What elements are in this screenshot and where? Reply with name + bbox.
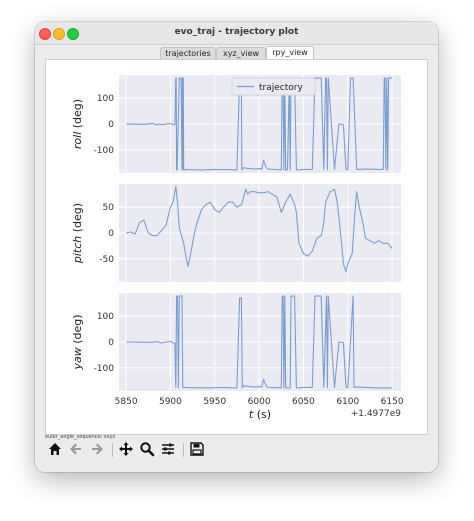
x-tick-label: 6000 [248, 397, 271, 407]
y-tick-label: 0 [108, 120, 114, 130]
tab-trajectories[interactable]: trajectories [160, 47, 216, 59]
pan-icon[interactable] [117, 440, 135, 458]
configure-subplots-icon[interactable] [159, 440, 177, 458]
x-tick-label: 6100 [336, 397, 359, 407]
y-tick-label: 0 [108, 229, 114, 239]
y-axis-label: pitch (deg) [71, 203, 84, 264]
x-tick-label: 6150 [381, 397, 404, 407]
x-tick-label: 5850 [115, 397, 138, 407]
tab-bar: trajectories xyz_view rpy_view [35, 46, 438, 60]
y-tick-label: -50 [99, 255, 114, 265]
toolbar-separator [112, 443, 113, 457]
x-tick-label: 6050 [292, 397, 315, 407]
app-window: evo_traj - trajectory plot trajectories … [35, 22, 438, 472]
save-icon[interactable] [188, 440, 206, 458]
navigation-toolbar [46, 440, 246, 460]
y-tick-label: 100 [97, 312, 114, 322]
back-arrow-icon[interactable] [67, 440, 85, 458]
window-title: evo_traj - trajectory plot [174, 27, 299, 37]
zoom-icon[interactable] [138, 440, 156, 458]
y-axis-label: roll (deg) [71, 99, 84, 149]
rpy-figure: 100 0 -100 roll (deg) trajectory 50 0 -50 pitch … [71, 75, 404, 421]
x-offset-text: +1.4977e9 [351, 409, 402, 419]
forward-arrow-icon[interactable] [88, 440, 106, 458]
x-axis-label: t (s) [249, 408, 271, 421]
figure-canvas: 100 0 -100 roll (deg) trajectory 50 0 -50 pitch … [45, 59, 428, 435]
tab-rpy-view[interactable]: rpy_view [266, 46, 314, 60]
y-tick-label: 0 [108, 338, 114, 348]
title-bar: evo_traj - trajectory plot [35, 22, 438, 45]
x-tick-label: 5950 [203, 397, 226, 407]
home-icon[interactable] [46, 440, 64, 458]
y-tick-label: -100 [94, 364, 115, 374]
y-axis-label: yaw (deg) [71, 314, 84, 370]
y-tick-label: 50 [103, 203, 115, 213]
tab-xyz-view[interactable]: xyz_view [216, 47, 266, 59]
x-tick-label: 5900 [159, 397, 182, 407]
y-tick-label: -100 [94, 146, 115, 156]
y-tick-label: 100 [97, 94, 114, 104]
toolbar-separator [183, 443, 184, 457]
legend-entry: trajectory [259, 83, 303, 93]
